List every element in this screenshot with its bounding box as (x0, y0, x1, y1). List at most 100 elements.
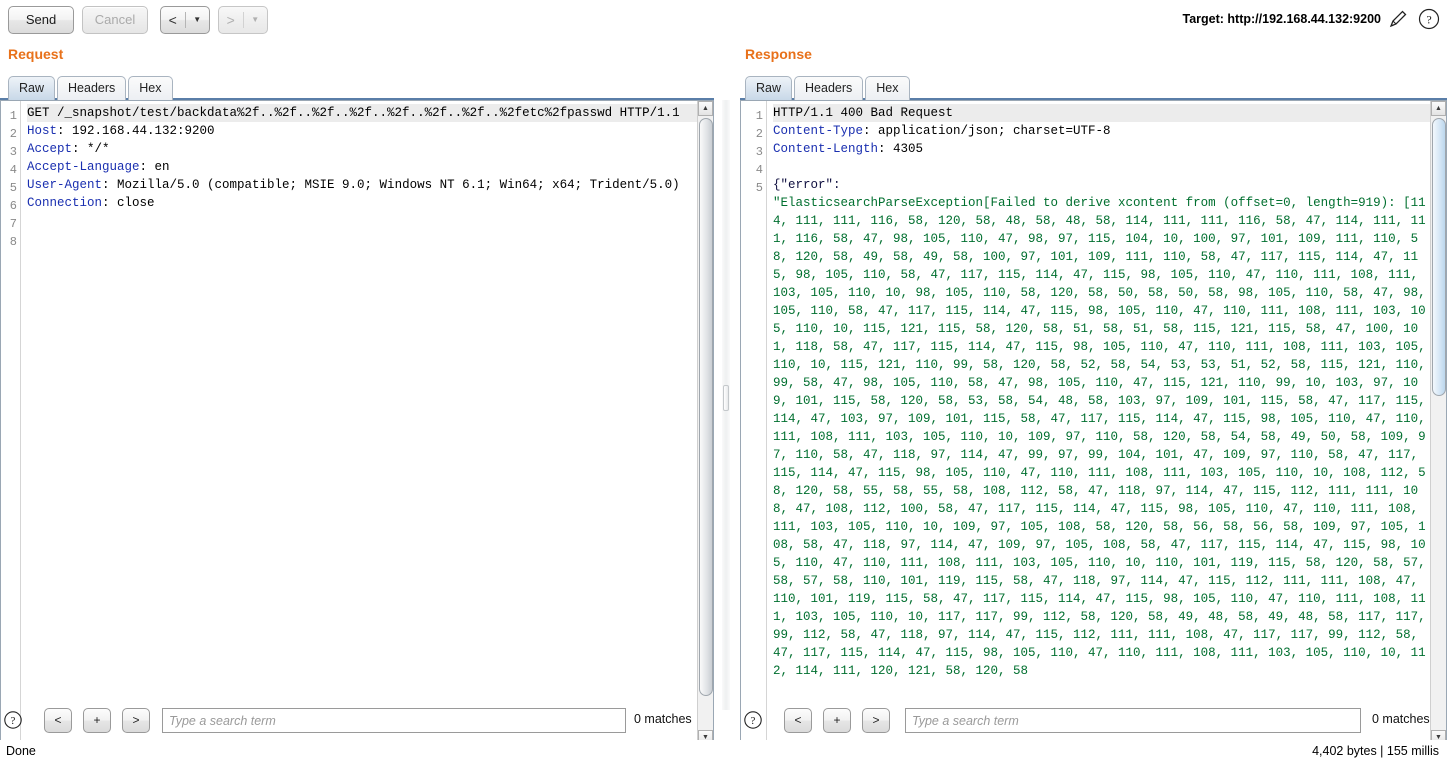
response-tabstrip: Raw Headers Hex (745, 74, 912, 100)
request-editor[interactable]: 1 2 3 4 5 6 7 8 GET /_snapshot/test/backdata%2f… (0, 100, 714, 746)
line-number: 7 (9, 217, 17, 231)
send-button[interactable]: Send (8, 6, 74, 34)
svg-text:?: ? (11, 715, 16, 727)
tab-response-headers[interactable]: Headers (794, 76, 864, 100)
request-raw-text[interactable]: GET /_snapshot/test/backdata%2f..%2f..%2… (22, 101, 697, 745)
response-body-bytes: "ElasticsearchParseException[Failed to d… (773, 196, 1426, 678)
request-tabstrip: Raw Headers Hex (8, 74, 175, 100)
forward-button[interactable]: > ▼ (218, 6, 268, 34)
panel-splitter[interactable] (722, 100, 730, 710)
code-span: Content-Length (773, 142, 879, 156)
code-line: HTTP/1.1 400 Bad Request (773, 104, 1430, 122)
line-number: 2 (755, 127, 763, 141)
code-span: {"error": (773, 178, 841, 192)
line-number: 5 (755, 181, 763, 195)
back-arrow-icon: < (168, 12, 177, 28)
code-span: : Mozilla/5.0 (compatible; MSIE 9.0; Win… (102, 178, 680, 192)
response-raw-text[interactable]: HTTP/1.1 400 Bad Request Content-Type: ap… (768, 101, 1430, 745)
search-add-button[interactable]: + (823, 708, 851, 733)
code-span: : 4305 (878, 142, 924, 156)
request-search-input[interactable] (162, 708, 626, 733)
scroll-up-arrow-icon[interactable]: ▲ (698, 101, 713, 116)
response-search-bar: ? < + > 0 matches (740, 706, 1447, 736)
line-number: 4 (755, 163, 763, 177)
top-toolbar: Send Cancel < ▼ > ▼ Target: http://192.1… (0, 0, 1447, 40)
back-button[interactable]: < ▼ (160, 6, 210, 34)
line-number: 2 (9, 127, 17, 141)
code-line: GET /_snapshot/test/backdata%2f..%2f..%2… (27, 104, 697, 122)
code-span: Accept (27, 142, 73, 156)
line-number: 5 (9, 181, 17, 195)
response-title: Response (745, 46, 812, 62)
request-search-bar: ? < + > 0 matches (0, 706, 714, 736)
tab-request-headers[interactable]: Headers (57, 76, 127, 100)
search-next-button[interactable]: > (862, 708, 890, 733)
cancel-button[interactable]: Cancel (82, 6, 148, 34)
chevron-down-icon[interactable]: ▼ (186, 16, 210, 24)
search-next-button[interactable]: > (122, 708, 150, 733)
response-editor[interactable]: 1 2 3 4 5 HTTP/1.1 400 Bad Request Content-Ty… (740, 100, 1447, 746)
code-span: Accept-Language (27, 160, 140, 174)
response-search-input[interactable] (905, 708, 1361, 733)
pencil-icon[interactable] (1387, 8, 1409, 30)
svg-text:?: ? (1426, 13, 1431, 27)
code-span: : application/json; charset=UTF-8 (863, 124, 1111, 138)
scrollbar-thumb[interactable] (699, 118, 713, 696)
target-label: Target: http://192.168.44.132:9200 (1182, 12, 1381, 26)
line-number: 3 (9, 145, 17, 159)
code-span: Host (27, 124, 58, 138)
tab-request-hex[interactable]: Hex (128, 76, 173, 100)
request-match-count: 0 matches (634, 712, 692, 726)
status-bar: Done 4,402 bytes | 155 millis (0, 740, 1447, 767)
chevron-down-icon[interactable]: ▼ (244, 16, 268, 24)
code-line: {"error": (773, 176, 1430, 194)
scrollbar-thumb[interactable] (1432, 118, 1446, 396)
code-span: : 192.168.44.132:9200 (57, 124, 215, 138)
code-line: Accept-Language: en (27, 158, 697, 176)
code-span: : en (139, 160, 170, 174)
request-vertical-scrollbar[interactable]: ▲ ▼ (697, 101, 713, 745)
line-number: 8 (9, 235, 17, 249)
code-line: User-Agent: Mozilla/5.0 (compatible; MSI… (27, 176, 697, 194)
question-mark-icon[interactable]: ? (3, 710, 23, 730)
search-add-button[interactable]: + (83, 708, 111, 733)
code-span: HTTP/1.1 400 Bad Request (773, 106, 954, 120)
question-mark-icon[interactable]: ? (743, 710, 763, 730)
line-number: 3 (755, 145, 763, 159)
status-text: Done (6, 744, 36, 758)
code-span: Content-Type (773, 124, 864, 138)
request-title: Request (8, 46, 64, 62)
line-number: 1 (9, 109, 17, 123)
code-line: Connection: close (27, 194, 697, 212)
scroll-up-arrow-icon[interactable]: ▲ (1431, 101, 1446, 116)
code-line: Content-Type: application/json; charset=… (773, 122, 1430, 140)
question-mark-icon[interactable]: ? (1417, 7, 1441, 31)
line-number: 6 (9, 199, 17, 213)
response-vertical-scrollbar[interactable]: ▲ ▼ (1430, 101, 1446, 745)
code-line: Accept: */* (27, 140, 697, 158)
svg-text:?: ? (751, 715, 756, 727)
tab-response-hex[interactable]: Hex (865, 76, 910, 100)
search-prev-button[interactable]: < (784, 708, 812, 733)
code-line: Host: 192.168.44.132:9200 (27, 122, 697, 140)
code-line: Content-Length: 4305 (773, 140, 1430, 158)
tab-request-raw[interactable]: Raw (8, 76, 56, 100)
code-span: User-Agent (27, 178, 103, 192)
response-line-number-gutter: 1 2 3 4 5 (741, 101, 767, 745)
code-span: : */* (72, 142, 110, 156)
code-span: GET /_snapshot/test/backdata%2f..%2f..%2… (27, 106, 680, 120)
line-number: 4 (9, 163, 17, 177)
code-span: : close (102, 196, 155, 210)
tab-response-raw[interactable]: Raw (745, 76, 793, 100)
line-number: 1 (755, 109, 763, 123)
splitter-grip[interactable] (723, 385, 729, 411)
request-line-number-gutter: 1 2 3 4 5 6 7 8 (1, 101, 21, 745)
code-span: Connection (27, 196, 103, 210)
response-match-count: 0 matches (1372, 712, 1430, 726)
forward-arrow-icon: > (226, 12, 235, 28)
search-prev-button[interactable]: < (44, 708, 72, 733)
response-size-timing: 4,402 bytes | 155 millis (1312, 744, 1439, 758)
